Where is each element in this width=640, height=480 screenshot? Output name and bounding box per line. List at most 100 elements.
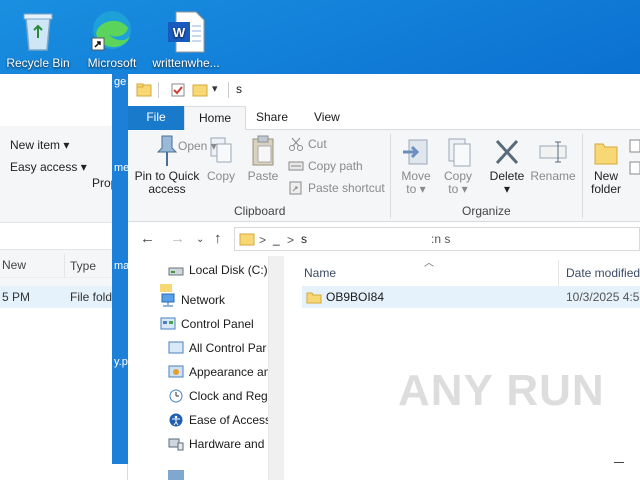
window-edge-strip: ge me ma y.pi	[112, 74, 130, 464]
dropdown-arrow-icon: ▾	[210, 139, 217, 153]
breadcrumb-item[interactable]: s	[301, 232, 307, 246]
recent-locations-icon[interactable]: ⌄	[196, 234, 204, 245]
nav-item-appearance[interactable]: Appearance an	[168, 360, 268, 384]
delete-button[interactable]: Delete ▾	[486, 136, 528, 196]
group-label-clipboard: Clipboard	[234, 204, 286, 218]
breadcrumb-separator[interactable]: >	[259, 233, 266, 247]
folder-icon	[306, 292, 322, 304]
breadcrumb-separator[interactable]: >	[287, 233, 294, 247]
tab-view[interactable]: View	[300, 106, 354, 130]
move-to-button[interactable]: Move to ▾	[396, 136, 436, 196]
word-document-icon: W	[168, 11, 205, 53]
folder-icon	[239, 233, 255, 246]
new-item-small-icons	[629, 139, 640, 175]
ribbon-tabs: File Home Share View	[128, 106, 640, 131]
paste-shortcut-button[interactable]: Paste shortcut	[288, 178, 385, 198]
dropdown-arrow-icon: ▾	[461, 182, 468, 196]
customize-quick-access-icon[interactable]: ▾	[212, 82, 218, 95]
nav-item-control-panel[interactable]: Control Panel	[160, 312, 268, 336]
paste-icon	[252, 135, 274, 166]
nav-item-partial[interactable]	[168, 462, 268, 480]
anyrun-watermark: ANY RUN	[398, 366, 605, 415]
background-column-header: Type	[0, 254, 128, 278]
nav-item-ease-of-access[interactable]: Ease of Access	[168, 408, 268, 432]
nav-item-network[interactable]: Network	[160, 288, 268, 312]
nav-item-all-control-panel[interactable]: All Control Par	[168, 336, 268, 360]
sort-ascending-icon: ︿	[424, 258, 434, 269]
address-trailing-text: :n s	[431, 232, 451, 246]
scissors-icon	[289, 137, 303, 151]
up-arrow-icon[interactable]: ↑	[214, 230, 222, 247]
navigation-pane-scrollbar[interactable]	[268, 256, 284, 480]
table-row[interactable]: OB9BOI84 10/3/2025 4:56	[302, 286, 640, 308]
new-folder-quick-icon[interactable]	[192, 82, 208, 98]
desktop-icon-word-document[interactable]: W writtenwhe...	[148, 4, 224, 70]
desktop-icon-label: Microsoft	[87, 56, 137, 70]
tab-file[interactable]: File	[128, 106, 184, 130]
edge-icon	[91, 11, 131, 51]
new-item-button[interactable]: New item ▾	[10, 138, 69, 152]
move-to-icon	[403, 139, 428, 165]
ribbon-home: Pin to Quick access Copy Paste Open ▾ Cu…	[128, 130, 640, 222]
open-button[interactable]: Open ▾	[158, 136, 217, 156]
copy-to-button[interactable]: Copy to ▾	[438, 136, 478, 196]
desktop-icon-microsoft-edge[interactable]: Microsoft	[74, 4, 150, 70]
control-panel-icon	[160, 317, 176, 330]
delete-x-icon	[495, 139, 519, 165]
desktop-icon-label: writtenwhe...	[152, 56, 220, 70]
file-date: 10/3/2025 4:56	[566, 290, 640, 304]
appearance-icon	[168, 365, 184, 378]
copy-to-icon	[448, 138, 471, 167]
column-header-date-modified[interactable]: Date modified	[566, 260, 640, 286]
tab-share[interactable]: Share	[242, 106, 302, 130]
clock-icon	[169, 389, 183, 403]
drive-icon	[168, 267, 184, 276]
resize-handle[interactable]	[614, 462, 624, 463]
hardware-icon	[168, 438, 184, 451]
ribbon-group-separator	[582, 134, 583, 218]
nav-item-clock-region[interactable]: Clock and Regi	[168, 384, 268, 408]
properties-check-icon[interactable]	[170, 82, 186, 98]
column-type[interactable]: Type	[70, 259, 96, 273]
desktop-icon-label: Recycle Bin	[6, 56, 70, 70]
copy-path-button[interactable]: Copy path	[288, 156, 363, 176]
group-label-organize: Organize	[462, 204, 511, 218]
breadcrumb-item[interactable]: _	[273, 232, 280, 246]
file-explorer-window: ▾ s File Home Share View Pin to Quick ac…	[128, 74, 640, 480]
desktop-icon-recycle-bin[interactable]: Recycle Bin	[0, 4, 76, 70]
ease-of-access-icon	[169, 413, 183, 427]
copy-path-icon	[288, 161, 304, 171]
window-title: s	[236, 82, 242, 96]
recycle-bin-icon	[23, 13, 53, 51]
column-separator[interactable]	[558, 260, 559, 286]
file-name: OB9BOI84	[326, 290, 385, 304]
dropdown-arrow-icon: ▾	[63, 138, 70, 152]
tab-home[interactable]: Home	[184, 106, 247, 131]
paste-button[interactable]: Paste	[244, 134, 282, 183]
address-bar[interactable]: > _ > s :n s	[234, 227, 640, 251]
column-header-name[interactable]: Name	[304, 260, 336, 286]
control-panel-icon	[168, 341, 184, 354]
rename-icon	[539, 141, 567, 163]
nav-item-local-disk[interactable]: Local Disk (C:)	[168, 258, 268, 282]
svg-text:W: W	[173, 25, 186, 40]
dropdown-arrow-icon: ▾	[80, 160, 87, 174]
forward-arrow-icon[interactable]: →	[170, 230, 185, 247]
easy-access-button[interactable]: Easy access ▾	[10, 160, 87, 174]
rename-button[interactable]: Rename	[530, 136, 576, 183]
folder-icon	[136, 83, 152, 97]
nav-item-hardware[interactable]: Hardware and	[168, 432, 268, 456]
background-address-bar	[0, 222, 128, 250]
dropdown-arrow-icon: ▾	[503, 182, 511, 196]
navigation-bar: ← → ⌄ ↑ > _ > s :n s	[128, 222, 640, 256]
separator	[158, 82, 159, 98]
back-arrow-icon[interactable]: ←	[140, 230, 155, 247]
new-folder-icon	[594, 143, 618, 165]
new-folder-button[interactable]: New folder	[586, 136, 626, 196]
dropdown-arrow-icon: ▾	[419, 182, 426, 196]
background-explorer-window: New item ▾ Easy access ▾ Prop New Type 5…	[0, 74, 260, 480]
cut-button[interactable]: Cut	[288, 134, 327, 154]
navigation-pane: Local Disk (C:) Network Control Panel Al…	[128, 256, 284, 480]
paste-shortcut-icon	[289, 181, 302, 195]
separator	[228, 82, 229, 98]
